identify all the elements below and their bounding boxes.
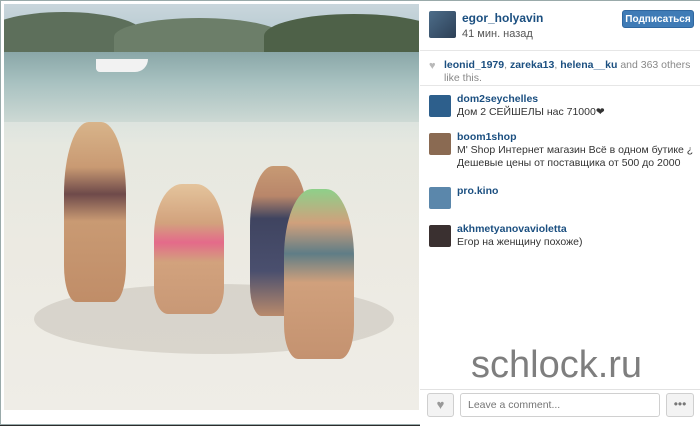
comment-item: dom2seychelles Дом 2 СЕЙШЕЛЫ нас 71000❤ <box>420 93 700 125</box>
comment-input[interactable] <box>460 393 660 417</box>
comment-username[interactable]: akhmetyanovavioletta <box>457 223 567 235</box>
comment-username[interactable]: pro.kino <box>457 185 498 197</box>
boat <box>96 59 148 72</box>
more-dots-icon[interactable]: ••• <box>666 393 694 417</box>
comment-footer: ♥ ••• <box>420 389 700 426</box>
comment-avatar[interactable] <box>429 225 451 247</box>
follow-button[interactable]: Подписаться <box>622 10 694 28</box>
person <box>284 189 354 359</box>
post-photo[interactable] <box>4 4 419 410</box>
comment-text: Дом 2 СЕЙШЕЛЫ нас 71000❤ <box>457 106 605 118</box>
sea <box>4 52 419 122</box>
comment-username[interactable]: dom2seychelles <box>457 93 538 105</box>
avatar[interactable] <box>429 11 456 38</box>
person <box>154 184 224 314</box>
comment-item: akhmetyanovavioletta Егор на женщину пох… <box>420 223 700 255</box>
comment-username[interactable]: boom1shop <box>457 131 517 143</box>
comment-avatar[interactable] <box>429 95 451 117</box>
liker-link[interactable]: zareka13 <box>510 59 554 71</box>
comment-avatar[interactable] <box>429 187 451 209</box>
comment-item: pro.kino <box>420 185 700 217</box>
watermark: schlock.ru <box>471 344 643 386</box>
background-hill <box>114 18 284 56</box>
comment-item: boom1shop M' Shop Интернет магазин Всё в… <box>420 131 700 179</box>
post-header: egor_holyavin 41 мин. назад Подписаться <box>420 1 700 51</box>
like-heart-icon: ♥ <box>429 60 436 72</box>
post-time: 41 мин. назад <box>462 28 533 40</box>
liker-link[interactable]: helena__ku <box>560 59 617 71</box>
username-link[interactable]: egor_holyavin <box>462 11 543 25</box>
instagram-embed: egor_holyavin 41 мин. назад Подписаться … <box>0 0 700 426</box>
likes-section: ♥ leonid_1979, zareka13, helena__ku and … <box>420 52 700 86</box>
person <box>64 122 126 302</box>
comment-text: M' Shop Интернет магазин Всё в одном бут… <box>457 144 694 169</box>
heart-icon[interactable]: ♥ <box>427 393 454 417</box>
liker-link[interactable]: leonid_1979 <box>444 59 504 71</box>
likes-text: leonid_1979, zareka13, helena__ku and 36… <box>444 59 691 84</box>
comment-text: Егор на женщину похоже) <box>457 236 583 248</box>
comment-avatar[interactable] <box>429 133 451 155</box>
comments-list: dom2seychelles Дом 2 СЕЙШЕЛЫ нас 71000❤ … <box>420 93 700 261</box>
